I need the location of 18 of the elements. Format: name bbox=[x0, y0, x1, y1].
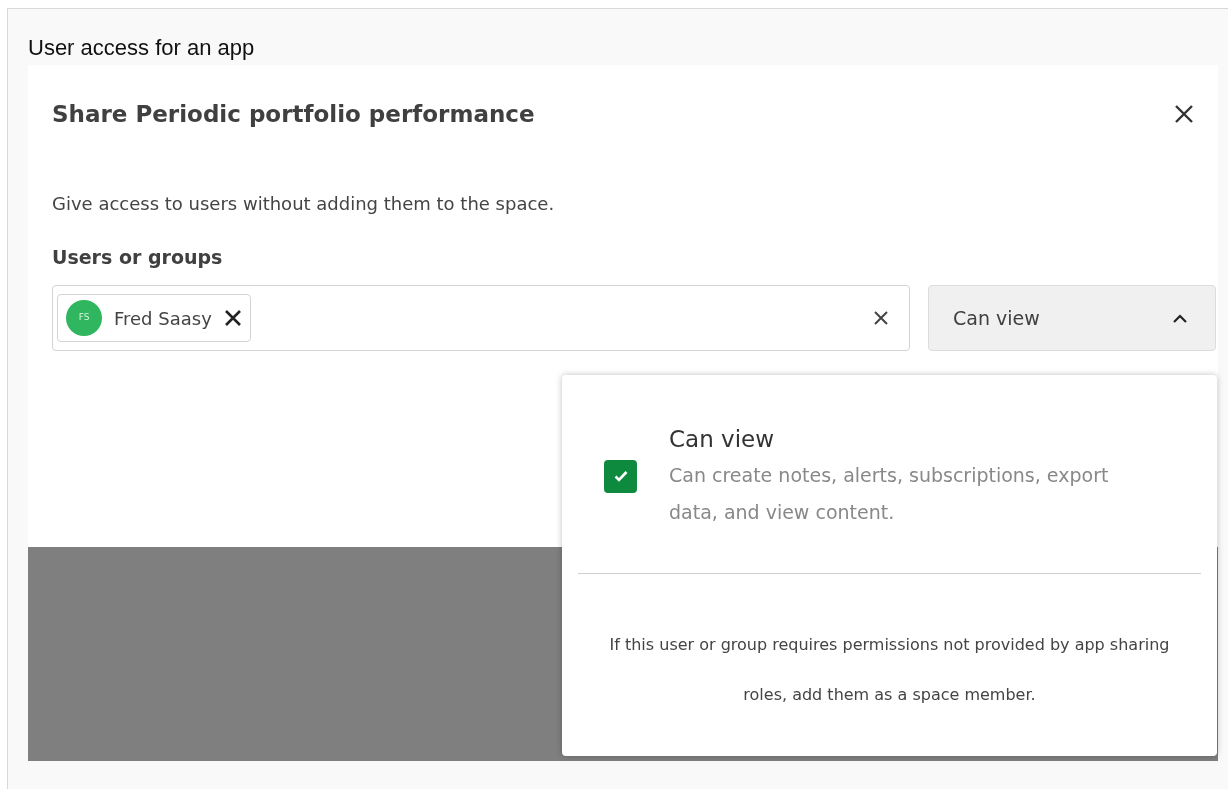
option-description: Can create notes, alerts, subscriptions, export data, and view content. bbox=[669, 463, 1110, 525]
field-label: Users or groups bbox=[52, 244, 224, 270]
role-dropdown[interactable]: Can view bbox=[928, 285, 1216, 351]
users-input-field[interactable]: FS Fred Saasy bbox=[52, 285, 910, 351]
permissions-note: If this user or group requires permissions not provided by app sharing roles, add them as a space member. bbox=[608, 634, 1171, 706]
avatar: FS bbox=[66, 300, 102, 336]
menu-option[interactable]: Can view Can create notes, alerts, subscriptions, export data, and view content. bbox=[562, 375, 1217, 573]
checkbox[interactable] bbox=[604, 459, 637, 493]
clear-icon[interactable] bbox=[873, 310, 889, 326]
dialog-title: Share Periodic portfolio performance bbox=[52, 100, 535, 129]
remove-icon[interactable] bbox=[223, 309, 242, 327]
caret-icon bbox=[1173, 313, 1187, 323]
user-name: Fred Saasy bbox=[114, 306, 212, 331]
check-icon bbox=[613, 470, 628, 482]
option-title: Can view bbox=[669, 425, 775, 454]
user-chip[interactable]: FS Fred Saasy bbox=[57, 294, 251, 342]
dialog-description: Give access to users without adding them to the space. bbox=[52, 191, 556, 216]
caption: User access for an app bbox=[28, 34, 255, 62]
